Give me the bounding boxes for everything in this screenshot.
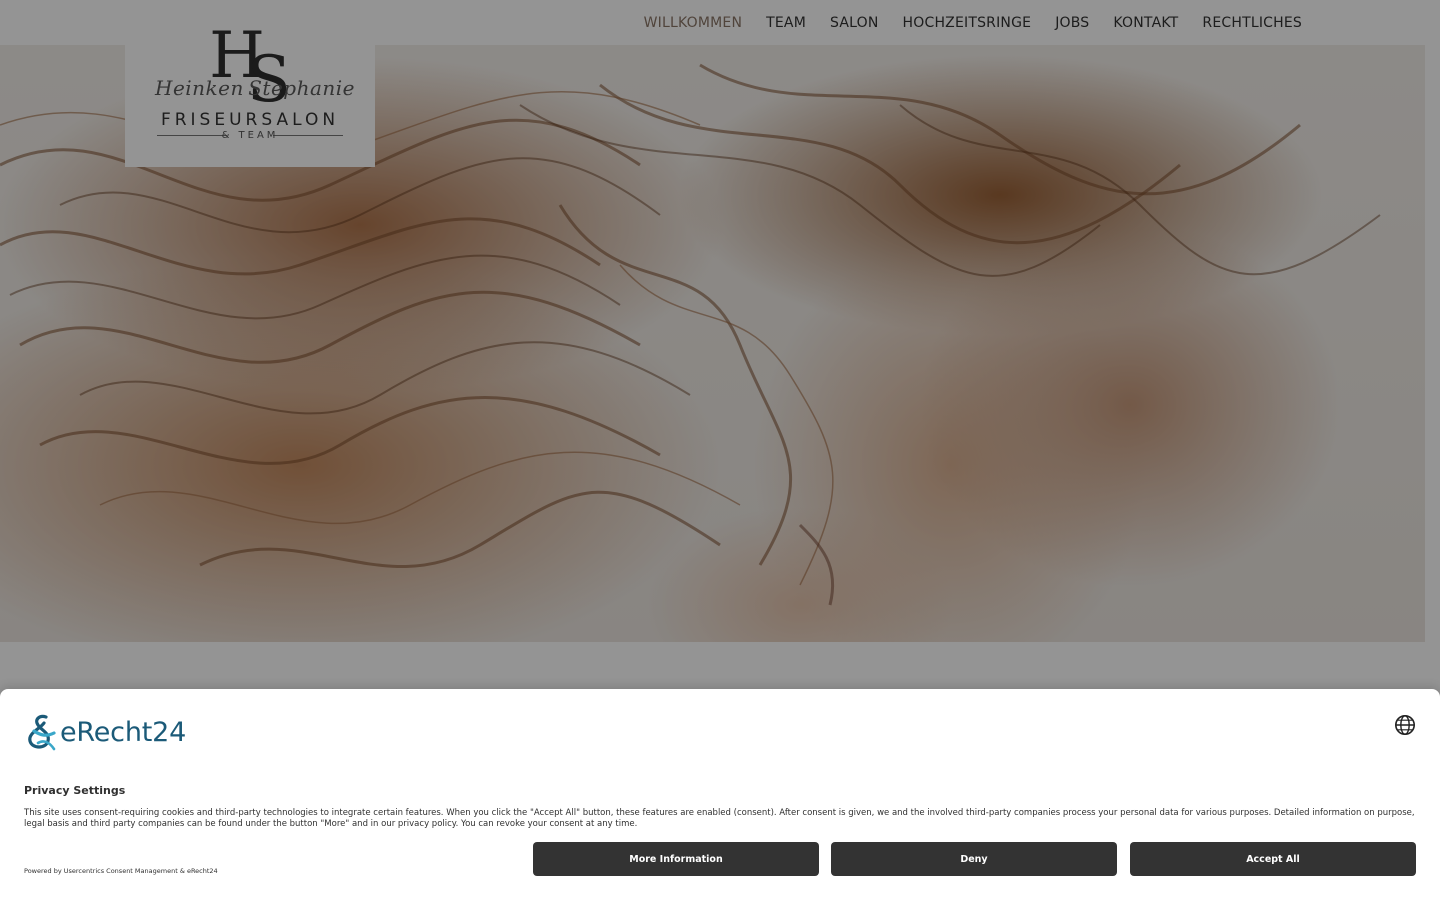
cookie-consent-banner: eRecht24 Privacy Settings This site uses… xyxy=(0,689,1440,900)
accept-all-button[interactable]: Accept All xyxy=(1130,842,1416,876)
powered-by-text: Powered by Usercentrics Consent Manageme… xyxy=(24,867,218,875)
erecht24-brand: eRecht24 xyxy=(24,713,186,751)
erecht24-logo-icon xyxy=(28,714,56,751)
usercentrics-link[interactable]: Usercentrics Consent Management xyxy=(64,867,178,875)
deny-button[interactable]: Deny xyxy=(831,842,1117,876)
powered-by-suffix: & eRecht24 xyxy=(177,867,218,875)
privacy-settings-title: Privacy Settings xyxy=(24,784,126,797)
more-information-button[interactable]: More Information xyxy=(533,842,819,876)
powered-by-prefix: Powered by xyxy=(24,867,64,875)
globe-icon[interactable] xyxy=(1394,714,1416,736)
brand-name: eRecht24 xyxy=(60,716,187,748)
privacy-settings-description: This site uses consent-requiring cookies… xyxy=(24,808,1415,829)
